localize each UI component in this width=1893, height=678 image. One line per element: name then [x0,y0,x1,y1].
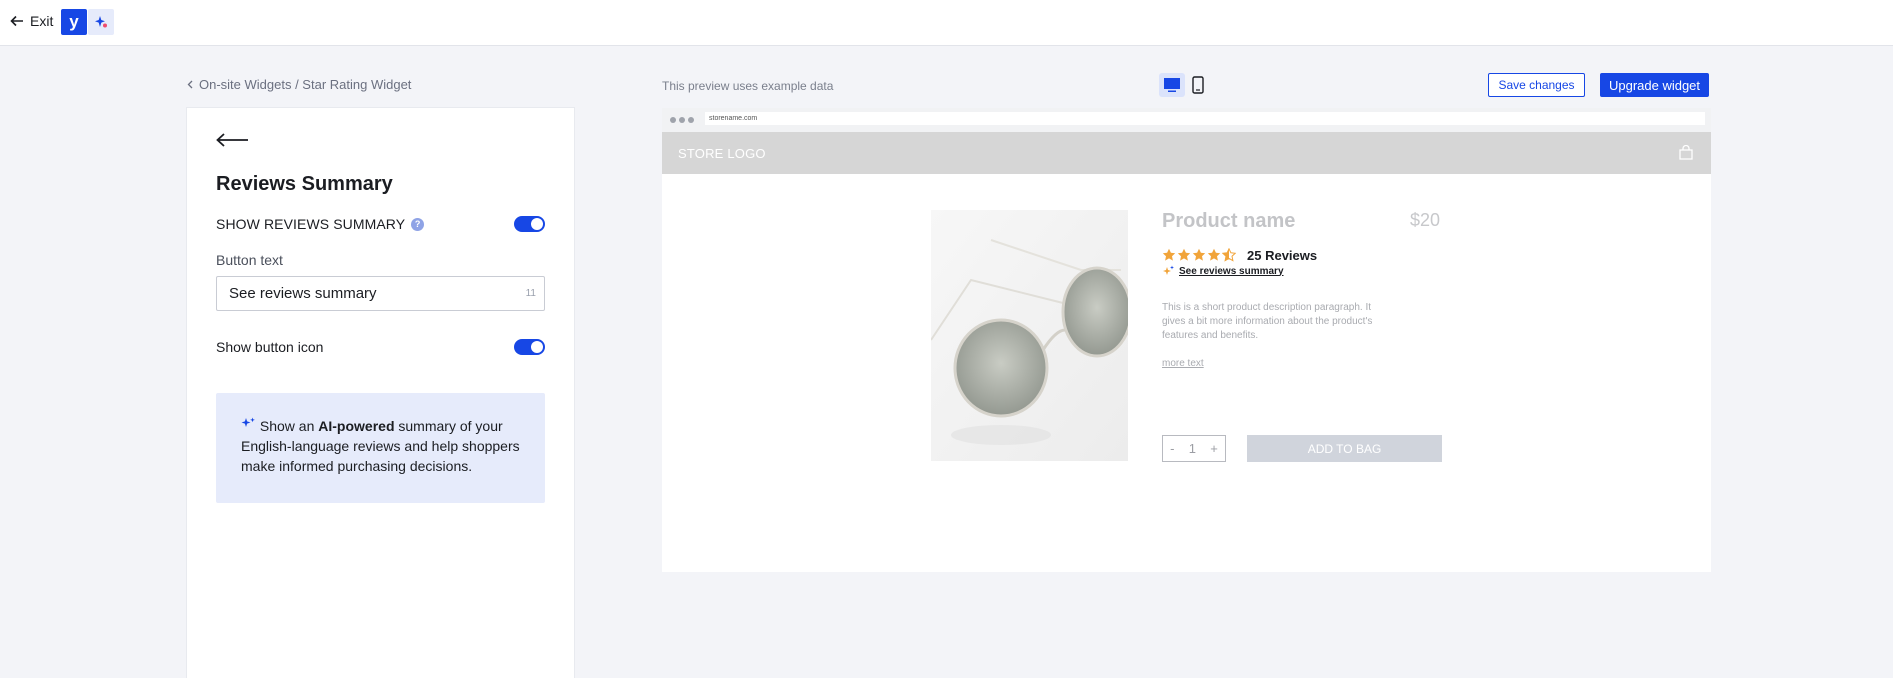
product-image [931,210,1128,461]
chevron-left-icon [187,80,193,89]
back-arrow-icon[interactable] [215,128,249,152]
qty-plus[interactable]: + [1210,441,1218,456]
preview-note: This preview uses example data [662,79,834,93]
qty-minus[interactable]: - [1170,441,1174,456]
show-reviews-summary-toggle[interactable] [514,216,545,232]
shopping-bag-icon [1679,145,1693,160]
qty-value: 1 [1188,441,1196,456]
arrow-left-icon [10,15,23,27]
ai-info-prefix: Show an [259,418,319,434]
exit-button[interactable]: Exit [10,11,53,31]
desktop-view-button[interactable] [1159,73,1185,97]
reviews-count[interactable]: 25 Reviews [1247,248,1317,263]
show-reviews-summary-row: SHOW REVIEWS SUMMARY ? [216,216,425,232]
star-icon [1162,248,1176,261]
star-icon [1192,248,1206,261]
star-icon [1207,248,1221,261]
button-text-value: See reviews summary [229,285,377,302]
ai-summary-info-box: Show an AI-powered summary of your Engli… [216,393,545,503]
star-icon [1177,248,1191,261]
button-text-label: Button text [216,252,283,268]
breadcrumb-text: On-site Widgets / Star Rating Widget [199,77,412,92]
product-name: Product name [1162,210,1296,232]
ai-sparkle-app-icon[interactable] [88,9,114,35]
half-star-icon [1222,248,1236,262]
ai-sparkle-icon [241,417,255,427]
see-reviews-summary-button[interactable]: See reviews summary [1162,265,1284,277]
top-bar: Exit y [0,0,1893,46]
character-count: 11 [525,288,536,299]
mobile-view-button[interactable] [1185,73,1211,97]
show-button-icon-label: Show button icon [216,339,324,355]
mobile-icon [1192,76,1204,94]
more-text-link[interactable]: more text [1162,358,1204,369]
url-bar: storename.com [705,112,1705,125]
add-to-bag-button[interactable]: ADD TO BAG [1247,435,1442,462]
button-text-input[interactable]: See reviews summary 11 [216,276,545,311]
exit-label: Exit [30,13,54,29]
store-header: STORE LOGO [662,132,1711,174]
ai-sparkle-icon [1163,265,1174,275]
help-icon[interactable]: ? [411,217,425,231]
save-changes-button[interactable]: Save changes [1488,73,1585,97]
ai-info-bold: AI-powered [318,418,395,434]
settings-panel: Reviews Summary SHOW REVIEWS SUMMARY ? B… [187,108,574,678]
show-reviews-summary-label: SHOW REVIEWS SUMMARY [216,216,406,232]
panel-title: Reviews Summary [216,173,393,195]
show-button-icon-toggle[interactable] [514,339,545,355]
desktop-icon [1164,78,1180,92]
see-reviews-summary-label: See reviews summary [1179,265,1284,277]
breadcrumb[interactable]: On-site Widgets / Star Rating Widget [186,77,411,92]
window-dots [670,117,694,123]
yotpo-logo[interactable]: y [61,9,87,35]
browser-bar: storename.com [662,108,1711,132]
product-description: This is a short product description para… [1162,302,1373,341]
product-price: $20 [1410,210,1441,230]
store-logo: STORE LOGO [678,146,766,161]
widget-preview: storename.com STORE LOGO Product name $2… [662,108,1711,572]
star-rating [1162,248,1236,262]
upgrade-widget-button[interactable]: Upgrade widget [1600,73,1709,97]
sunglasses-image [931,210,1128,461]
quantity-stepper[interactable]: - 1 + [1162,435,1226,462]
